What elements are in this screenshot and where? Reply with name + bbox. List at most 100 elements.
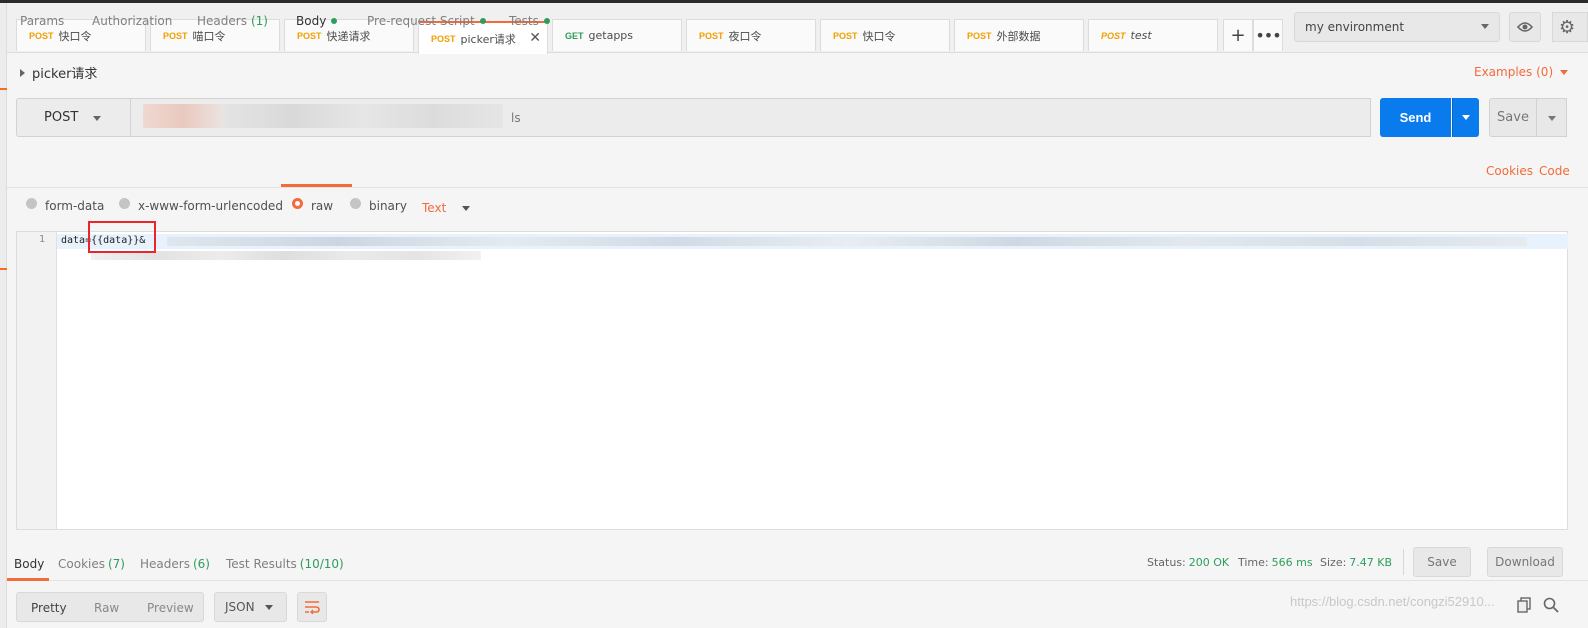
divider (1403, 549, 1404, 575)
response-tab-cookies[interactable]: Cookies (7) (58, 557, 125, 571)
chevron-down-icon (462, 205, 471, 211)
download-button[interactable]: Download (1487, 547, 1563, 577)
tab-label: Pre-request Script (367, 14, 475, 28)
time-label: Time: (1238, 556, 1269, 569)
chevron-down-icon (1481, 24, 1489, 29)
tab-label: Params (20, 14, 65, 28)
tab-tests[interactable]: Tests (509, 14, 550, 28)
request-tab[interactable]: POST 外部数据 (954, 19, 1084, 51)
gear-icon[interactable]: ⚙ (1552, 12, 1588, 42)
radio-form-data[interactable]: form-data (26, 197, 105, 213)
new-tab-button[interactable]: + (1223, 19, 1253, 51)
tab-body[interactable]: Body (296, 14, 338, 28)
radio-label: raw (311, 199, 334, 213)
tab-authorization[interactable]: Authorization (92, 14, 172, 28)
copy-icon[interactable] (1517, 597, 1533, 613)
method-select[interactable]: POST (16, 98, 131, 137)
radio-binary[interactable]: binary (350, 197, 407, 213)
redacted-url (143, 104, 223, 128)
tab-label: Body (296, 14, 327, 28)
tab-method: POST (699, 30, 724, 41)
tab-name: 快口令 (58, 29, 92, 43)
cookies-link[interactable]: Cookies (1486, 164, 1533, 178)
view-preview-button[interactable]: Preview (147, 601, 194, 615)
time-readout: Time: 566 ms (1238, 556, 1313, 569)
format-label: Text (422, 201, 447, 215)
save-options-icon[interactable] (1537, 98, 1567, 137)
environment-select[interactable]: my environment (1294, 12, 1500, 42)
radio-icon (26, 197, 37, 209)
chevron-down-icon (265, 605, 273, 610)
close-icon[interactable]: ✕ (529, 30, 541, 46)
format-label: JSON (225, 600, 255, 614)
tab-method: GET (565, 30, 584, 41)
radio-raw[interactable]: raw (292, 197, 334, 213)
more-tabs-icon[interactable]: ••• (1253, 19, 1283, 51)
sidebar-marker (0, 88, 7, 90)
url-text: ls (511, 110, 521, 125)
tab-label: Headers (140, 557, 190, 571)
tab-name: 快递请求 (326, 29, 371, 43)
cookies-count: (7) (107, 557, 125, 571)
eye-icon[interactable] (1509, 12, 1541, 42)
caret-right-icon (20, 68, 25, 77)
request-tab[interactable]: POST 快口令 (820, 19, 950, 51)
environment-label: my environment (1305, 20, 1405, 34)
response-tab-tests[interactable]: Test Results (10/10) (226, 557, 344, 571)
search-icon[interactable] (1543, 597, 1559, 613)
line-number: 1 (38, 234, 45, 245)
format-select[interactable]: Text (422, 201, 471, 215)
wrap-lines-icon[interactable] (297, 592, 327, 622)
request-title: picker请求 (32, 67, 98, 82)
send-button[interactable]: Send (1380, 98, 1451, 137)
tab-label: Tests (509, 14, 539, 28)
left-sidebar-edge (0, 3, 7, 628)
tab-name: picker请求 (460, 32, 516, 46)
status-label: Status: (1147, 556, 1186, 569)
radio-urlencoded[interactable]: x-www-form-urlencoded (119, 197, 283, 213)
request-tab[interactable]: POST test (1088, 19, 1218, 51)
tab-method: POST (833, 30, 858, 41)
redacted-url (223, 104, 503, 128)
code-link[interactable]: Code (1539, 164, 1570, 178)
request-tab[interactable]: GET getapps (552, 19, 682, 51)
tab-method: POST (163, 30, 188, 41)
view-pretty-button[interactable]: Pretty (31, 601, 67, 615)
chevron-down-icon (1560, 69, 1569, 75)
sidebar-marker (0, 268, 7, 270)
tab-method: POST (1101, 30, 1126, 41)
status-dot-icon (479, 18, 486, 24)
radio-label: binary (369, 199, 407, 213)
response-format-select[interactable]: JSON (214, 592, 287, 622)
body-editor[interactable]: 1 data={{data}}& (16, 221, 1568, 530)
tab-label: Test Results (226, 557, 297, 571)
radio-label: form-data (45, 199, 105, 213)
tab-name: 外部数据 (996, 29, 1041, 43)
size-readout: Size: 7.47 KB (1320, 556, 1392, 569)
status-readout: Status: 200 OK (1147, 556, 1229, 569)
tab-name: test (1130, 29, 1152, 42)
send-options-icon[interactable] (1452, 98, 1479, 137)
tab-pre-request-script[interactable]: Pre-request Script (367, 14, 486, 28)
request-tab[interactable]: POST 夜口令 (686, 19, 816, 51)
tab-name: getapps (588, 29, 634, 42)
tab-headers[interactable]: Headers (1) (197, 14, 268, 28)
tab-params[interactable]: Params (20, 14, 64, 28)
status-dot-icon (543, 18, 550, 24)
radio-checked-icon (292, 197, 303, 209)
tab-label: Cookies (58, 557, 105, 571)
save-response-button[interactable]: Save (1413, 547, 1471, 577)
response-tab-headers[interactable]: Headers (6) (140, 557, 210, 571)
redacted-code (167, 237, 1527, 246)
size-value: 7.47 KB (1349, 556, 1393, 569)
line-gutter: 1 (17, 232, 57, 529)
examples-dropdown[interactable]: Examples (0) (1474, 65, 1569, 79)
method-label: POST (44, 110, 79, 125)
time-value: 566 ms (1271, 556, 1313, 569)
size-label: Size: (1320, 556, 1347, 569)
save-button[interactable]: Save (1489, 98, 1537, 137)
response-tab-body[interactable]: Body (14, 557, 44, 571)
radio-label: x-www-form-urlencoded (138, 199, 283, 213)
request-name[interactable]: picker请求 (20, 63, 97, 82)
view-raw-button[interactable]: Raw (94, 601, 119, 615)
